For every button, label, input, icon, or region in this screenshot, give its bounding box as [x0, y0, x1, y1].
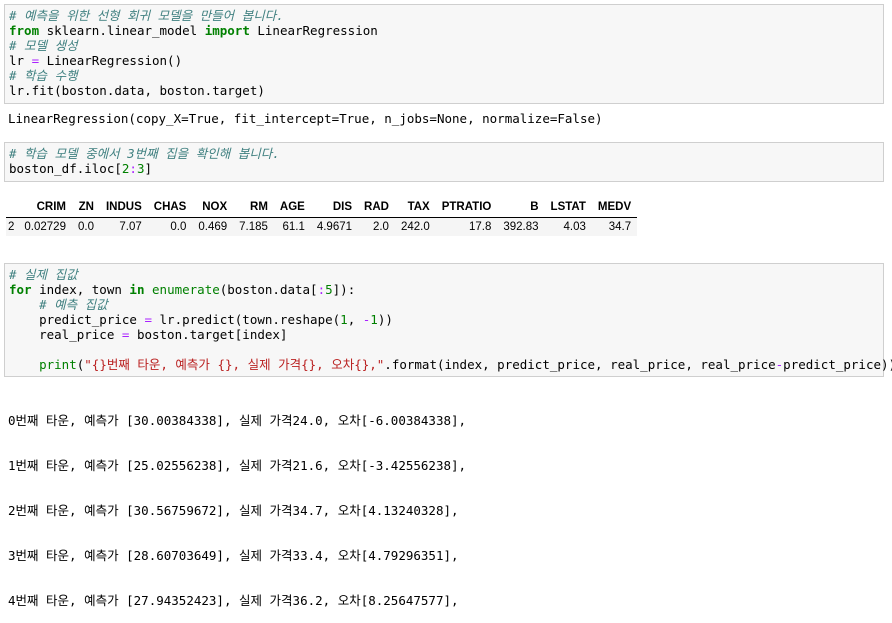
- table-index-header: [6, 199, 19, 218]
- table-cell: 242.0: [394, 217, 436, 236]
- table-column-header: B: [497, 199, 545, 218]
- table-header-row: CRIM ZN INDUS CHAS NOX RM AGE DIS RAD TAX PTRATIO B…: [6, 199, 638, 218]
- operator: =: [144, 312, 152, 327]
- operator: =: [31, 53, 40, 68]
- code-line-import: from sklearn.linear_model import LinearR…: [9, 23, 879, 38]
- keyword: in: [129, 282, 145, 297]
- code-comment: # 모델 생성: [9, 38, 78, 53]
- table-cell: 2.0: [358, 217, 395, 236]
- code-comment: # 학습 모델 중에서 3번째 집을 확인해 봅니다.: [9, 146, 280, 161]
- code-text: lr.predict(town.reshape(: [152, 312, 341, 327]
- code-text: ,: [347, 312, 363, 327]
- code-text: ]):: [332, 282, 356, 297]
- operator: :: [317, 282, 326, 297]
- code-text: LinearRegression(): [39, 53, 183, 68]
- table-cell: 4.03: [544, 217, 592, 236]
- code-line-fit: lr.fit(boston.data, boston.target): [9, 83, 265, 98]
- code-text: (boston.data[: [219, 282, 318, 297]
- code-text: ]: [144, 161, 153, 176]
- table-cell: 0.469: [192, 217, 234, 236]
- table-column-header: TAX: [394, 199, 436, 218]
- code-comment: # 실제 집값: [9, 267, 78, 282]
- table-column-header: ZN: [71, 199, 100, 218]
- table-column-header: INDUS: [99, 199, 148, 218]
- code-comment: # 예측을 위한 선형 회귀 모델을 만들어 봅니다.: [9, 8, 284, 23]
- table-column-header: CHAS: [147, 199, 193, 218]
- table-cell: 7.185: [233, 217, 274, 236]
- number: 1: [370, 312, 378, 327]
- table-cell: 392.83: [497, 217, 545, 236]
- table-cell: 34.7: [591, 217, 638, 236]
- dataframe-output: CRIM ZN INDUS CHAS NOX RM AGE DIS RAD TAX PTRATIO B…: [6, 199, 638, 236]
- output-line: 1번째 타운, 예측가 [25.02556238], 실제 가격21.6, 오차…: [8, 458, 467, 473]
- code-text: boston.target[index]: [129, 327, 288, 342]
- keyword: for: [9, 282, 32, 297]
- output-line: 2번째 타운, 예측가 [30.56759672], 실제 가격34.7, 오차…: [8, 503, 459, 518]
- table-column-header: LSTAT: [544, 199, 592, 218]
- table-cell: 0.0: [71, 217, 100, 236]
- table-index-cell: 2: [6, 217, 19, 236]
- number: 5: [325, 282, 333, 297]
- table-column-header: AGE: [273, 199, 311, 218]
- output-line: 4번째 타운, 예측가 [27.94352423], 실제 가격36.2, 오차…: [8, 593, 459, 608]
- code-line-iloc: boston_df.iloc[2:3]: [9, 161, 879, 176]
- code-line-predict: predict_price = lr.predict(town.reshape(…: [9, 312, 879, 327]
- operator: :: [129, 161, 137, 176]
- code-text: predict_price: [9, 312, 145, 327]
- code-text: LinearRegression: [249, 23, 378, 38]
- table-cell: 7.07: [99, 217, 148, 236]
- table-row: 2 0.02729 0.0 7.07 0.0 0.469 7.185 61.1 4.9671 2.…: [6, 217, 638, 236]
- builtin: enumerate: [152, 282, 220, 297]
- table-column-header: RM: [233, 199, 274, 218]
- table-column-header: NOX: [192, 199, 234, 218]
- cell-output-1: LinearRegression(copy_X=True, fit_interc…: [8, 111, 603, 126]
- table-column-header: CRIM: [18, 199, 72, 218]
- table-column-header: RAD: [358, 199, 395, 218]
- table-column-header: DIS: [310, 199, 359, 218]
- code-text: sklearn.linear_model: [39, 23, 205, 38]
- code-line-for: for index, town in enumerate(boston.data…: [9, 282, 879, 297]
- code-line-create: lr = LinearRegression(): [9, 53, 879, 68]
- code-text: .format(index, predict_price, real_price…: [384, 357, 776, 372]
- code-cell-2[interactable]: # 학습 모델 중에서 3번째 집을 확인해 봅니다. boston_df.il…: [4, 142, 884, 182]
- cell-output-3: 0번째 타운, 예측가 [30.00384338], 실제 가격24.0, 오차…: [8, 383, 466, 623]
- table-cell: 0.0: [147, 217, 193, 236]
- table-cell: 0.02729: [18, 217, 72, 236]
- keyword: from: [9, 23, 40, 38]
- table-cell: 4.9671: [310, 217, 359, 236]
- table-column-header: PTRATIO: [435, 199, 498, 218]
- code-text: lr: [9, 53, 32, 68]
- code-text: real_price: [9, 327, 122, 342]
- code-text: )): [377, 312, 393, 327]
- output-line: 3번째 타운, 예측가 [28.60703649], 실제 가격33.4, 오차…: [8, 548, 459, 563]
- output-line: 0번째 타운, 예측가 [30.00384338], 실제 가격24.0, 오차…: [8, 413, 467, 428]
- code-cell-3[interactable]: # 실제 집값 for index, town in enumerate(bos…: [4, 263, 892, 377]
- table-column-header: MEDV: [591, 199, 638, 218]
- code-text: predict_price)): [783, 357, 892, 372]
- table-cell: 17.8: [435, 217, 498, 236]
- code-comment: # 학습 수행: [9, 68, 78, 83]
- string-literal: "{}번째 타운, 예측가 {}, 실제 가격{}, 오차{},": [84, 357, 385, 372]
- keyword: import: [204, 23, 250, 38]
- code-comment: # 예측 집값: [9, 297, 108, 312]
- builtin: print: [39, 357, 77, 372]
- code-line-print: print("{}번째 타운, 예측가 {}, 실제 가격{}, 오차{},".…: [9, 357, 892, 372]
- table-cell: 61.1: [273, 217, 311, 236]
- code-text: index, town: [31, 282, 130, 297]
- code-line-real: real_price = boston.target[index]: [9, 327, 879, 342]
- number: 1: [340, 312, 348, 327]
- code-cell-1[interactable]: # 예측을 위한 선형 회귀 모델을 만들어 봅니다. from sklearn…: [4, 4, 884, 104]
- code-text: boston_df.iloc[: [9, 161, 122, 176]
